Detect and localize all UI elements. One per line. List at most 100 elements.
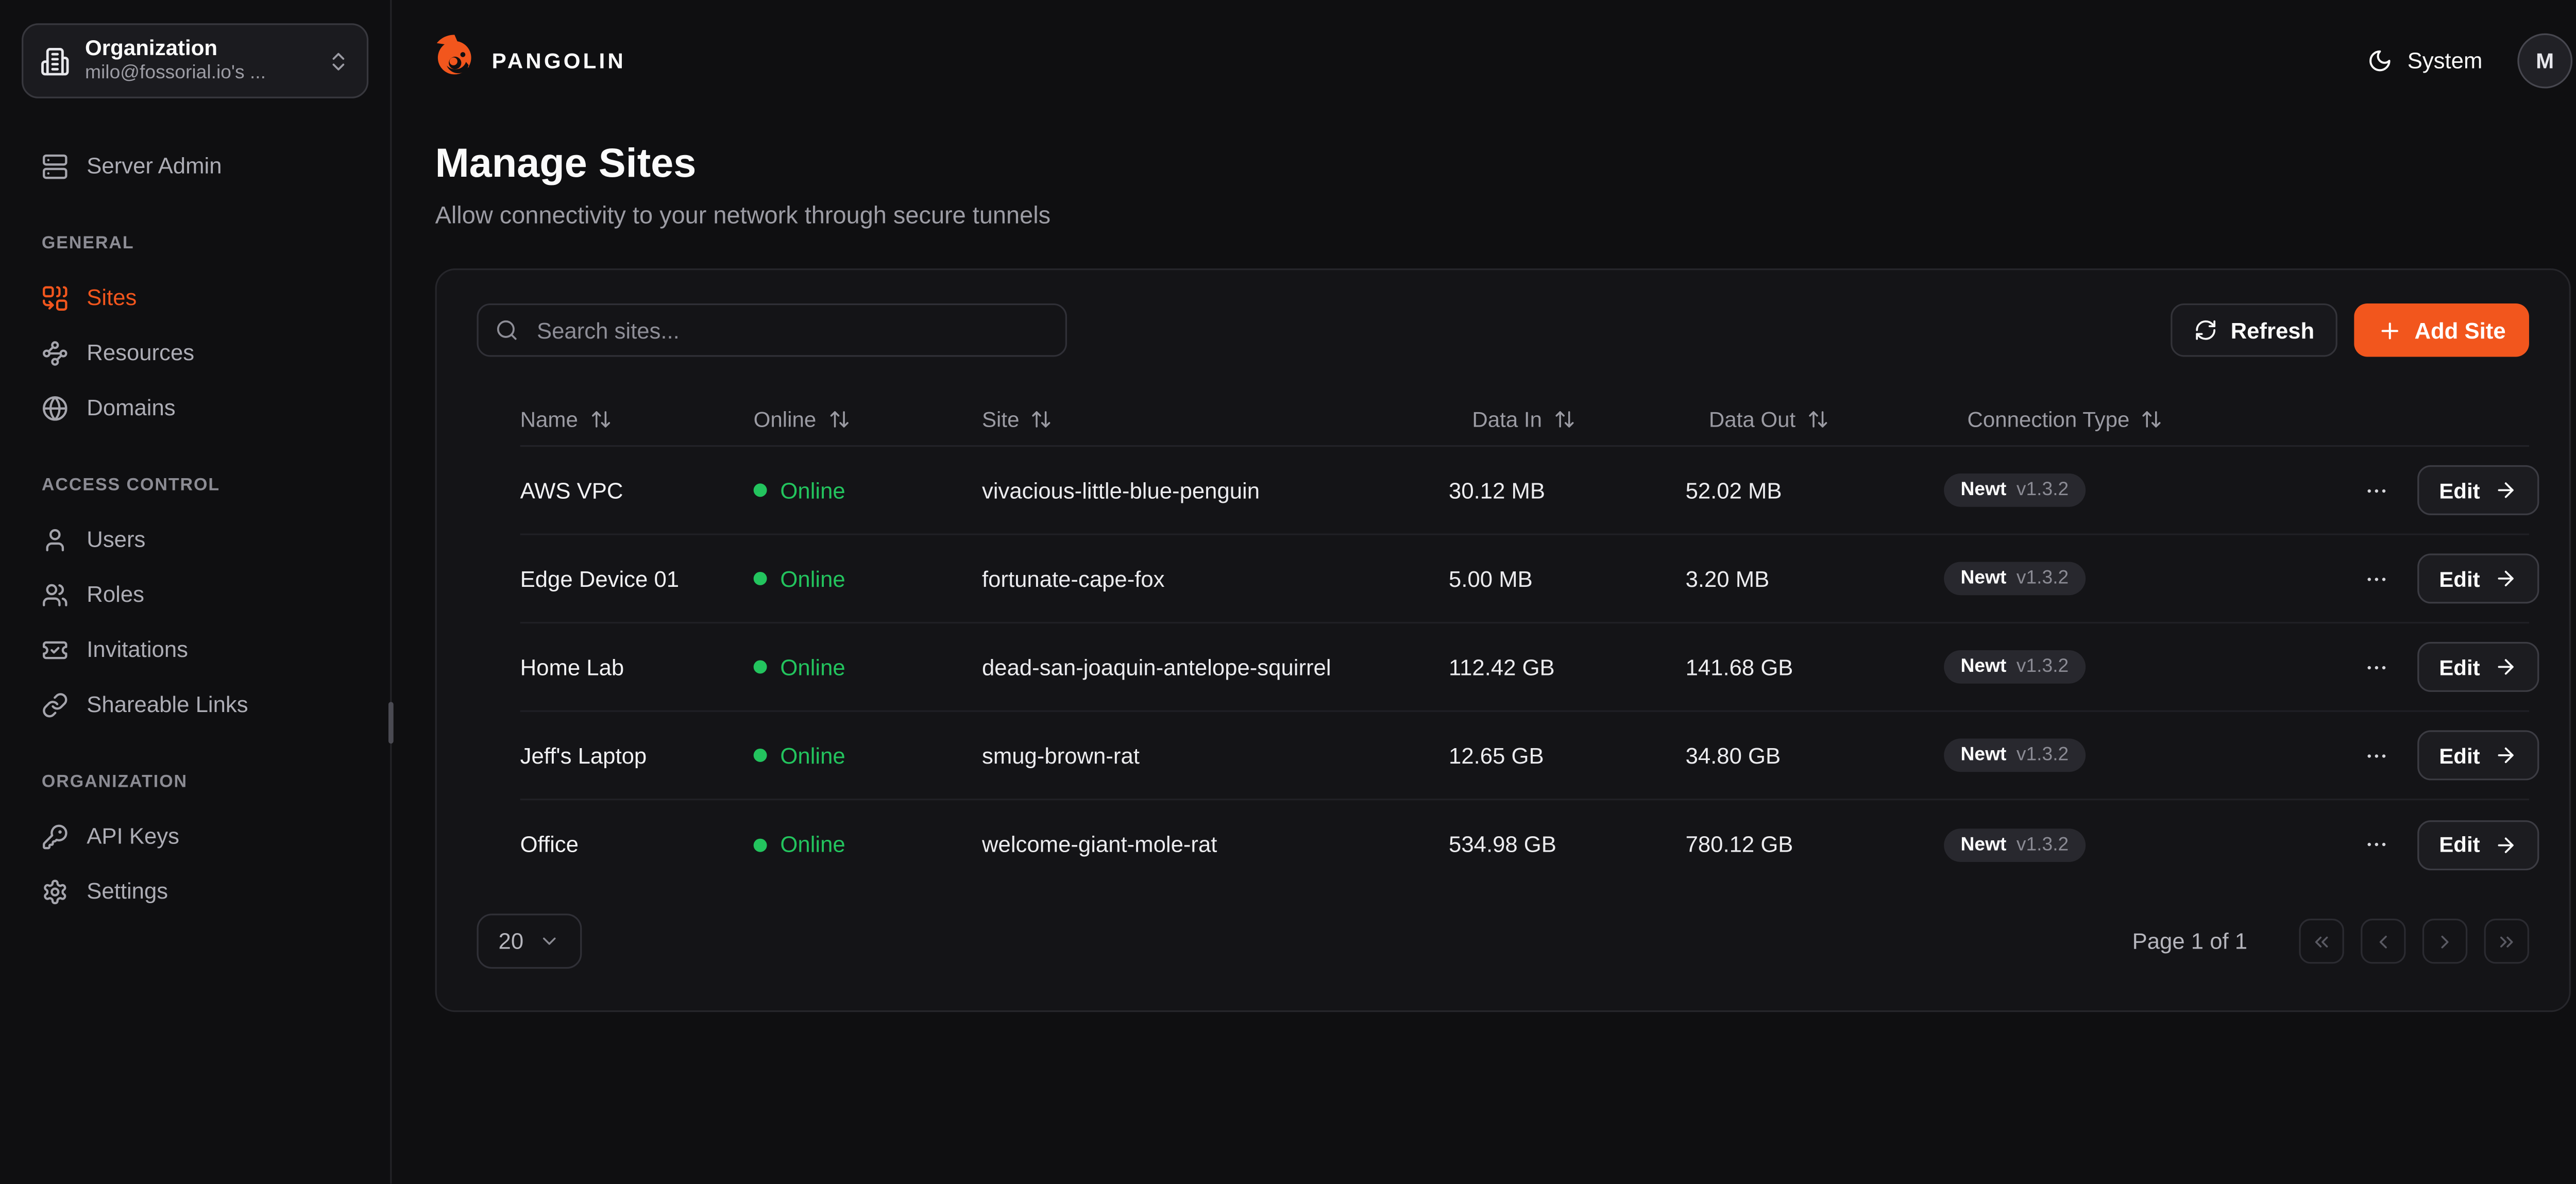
edit-button[interactable]: Edit bbox=[2417, 730, 2538, 780]
data-out-value: 34.80 GB bbox=[1686, 743, 1944, 768]
data-in-value: 30.12 MB bbox=[1449, 478, 1686, 503]
first-page-button[interactable] bbox=[2299, 919, 2344, 963]
connection-type-badge: Newt v1.3.2 bbox=[1944, 828, 2085, 861]
arrow-right-icon bbox=[2494, 479, 2517, 502]
sidebar-scrollbar-thumb[interactable] bbox=[387, 702, 393, 743]
sidebar-item-server-admin[interactable]: Server Admin bbox=[22, 139, 368, 194]
theme-toggle[interactable]: System bbox=[2367, 47, 2482, 73]
sidebar-item-label: API Keys bbox=[87, 824, 179, 849]
column-header-connection-type[interactable]: Connection Type bbox=[1944, 406, 2364, 431]
sidebar: Organization milo@fossorial.io's ... Ser… bbox=[0, 0, 392, 1184]
edit-button[interactable]: Edit bbox=[2417, 819, 2538, 869]
connection-type-cell: Newt v1.3.2 bbox=[1944, 828, 2364, 861]
site-id: fortunate-cape-fox bbox=[982, 566, 1449, 591]
sidebar-item-label: Shareable Links bbox=[87, 692, 248, 717]
table-row: AWS VPC Online vivacious-little-blue-pen… bbox=[520, 447, 2529, 535]
row-menu-button[interactable] bbox=[2364, 478, 2389, 503]
row-menu-button[interactable] bbox=[2364, 743, 2389, 768]
online-status: Online bbox=[754, 566, 982, 591]
row-menu-button[interactable] bbox=[2364, 566, 2389, 591]
sidebar-item-label: Resources bbox=[87, 340, 194, 365]
site-id: smug-brown-rat bbox=[982, 743, 1449, 768]
table-body: AWS VPC Online vivacious-little-blue-pen… bbox=[520, 447, 2529, 889]
connection-type-badge: Newt v1.3.2 bbox=[1944, 739, 2085, 772]
refresh-button[interactable]: Refresh bbox=[2171, 303, 2338, 357]
site-id: vivacious-little-blue-penguin bbox=[982, 478, 1449, 503]
theme-label: System bbox=[2408, 47, 2483, 73]
sidebar-section-general: GENERAL bbox=[42, 233, 348, 253]
page-title: Manage Sites bbox=[435, 142, 2571, 189]
sidebar-item-api-keys[interactable]: API Keys bbox=[22, 808, 368, 864]
column-header-name[interactable]: Name bbox=[520, 406, 754, 431]
next-page-button[interactable] bbox=[2422, 919, 2467, 963]
edit-button[interactable]: Edit bbox=[2417, 553, 2538, 603]
chevron-down-icon bbox=[538, 931, 560, 952]
arrow-right-icon bbox=[2494, 567, 2517, 590]
online-dot-icon bbox=[754, 660, 767, 673]
ticket-check-icon bbox=[42, 636, 69, 663]
avatar-initial: M bbox=[2536, 47, 2554, 73]
sidebar-item-label: Users bbox=[87, 527, 145, 552]
chevrons-up-down-icon bbox=[327, 49, 350, 72]
table-row: Office Online welcome-giant-mole-rat 534… bbox=[520, 800, 2529, 889]
sidebar-item-sites[interactable]: Sites bbox=[22, 270, 368, 325]
column-header-data-in[interactable]: Data In bbox=[1449, 406, 1686, 431]
column-header-site[interactable]: Site bbox=[982, 406, 1449, 431]
building-icon bbox=[40, 46, 70, 76]
connection-type-cell: Newt v1.3.2 bbox=[1944, 739, 2364, 772]
page-info: Page 1 of 1 bbox=[2132, 928, 2247, 954]
connection-type-badge: Newt v1.3.2 bbox=[1944, 650, 2085, 684]
plus-icon bbox=[2378, 317, 2403, 343]
edit-button[interactable]: Edit bbox=[2417, 642, 2538, 692]
online-dot-icon bbox=[754, 483, 767, 497]
last-page-button[interactable] bbox=[2484, 919, 2529, 963]
sidebar-item-invitations[interactable]: Invitations bbox=[22, 622, 368, 677]
data-in-value: 12.65 GB bbox=[1449, 743, 1686, 768]
brand-logo[interactable]: PANGOLIN bbox=[429, 31, 626, 89]
server-icon bbox=[42, 153, 69, 179]
sidebar-item-label: Roles bbox=[87, 582, 144, 607]
sidebar-item-domains[interactable]: Domains bbox=[22, 380, 368, 435]
pagination-bar: 20 Page 1 of 1 bbox=[477, 914, 2529, 969]
data-in-value: 534.98 GB bbox=[1449, 832, 1686, 857]
refresh-icon bbox=[2194, 318, 2217, 342]
search-icon bbox=[495, 318, 518, 342]
sidebar-item-settings[interactable]: Settings bbox=[22, 864, 368, 919]
app-window: Organization milo@fossorial.io's ... Ser… bbox=[0, 0, 2576, 1184]
column-header-online[interactable]: Online bbox=[754, 406, 982, 431]
organization-selector[interactable]: Organization milo@fossorial.io's ... bbox=[22, 23, 368, 98]
row-menu-button[interactable] bbox=[2364, 654, 2389, 680]
sidebar-item-label: Sites bbox=[87, 285, 137, 310]
previous-page-button[interactable] bbox=[2361, 919, 2405, 963]
gear-icon bbox=[42, 878, 69, 905]
arrow-right-icon bbox=[2494, 743, 2517, 767]
page-size-select[interactable]: 20 bbox=[477, 914, 582, 969]
content: Manage Sites Allow connectivity to your … bbox=[392, 120, 2576, 1012]
pangolin-logo-icon bbox=[429, 31, 479, 89]
org-title: Organization bbox=[85, 36, 312, 63]
avatar[interactable]: M bbox=[2517, 32, 2572, 88]
site-name: Office bbox=[520, 832, 754, 857]
data-out-value: 780.12 GB bbox=[1686, 832, 1944, 857]
site-name: Edge Device 01 bbox=[520, 566, 754, 591]
sidebar-item-users[interactable]: Users bbox=[22, 512, 368, 567]
sort-icon bbox=[590, 408, 612, 429]
sidebar-item-roles[interactable]: Roles bbox=[22, 567, 368, 622]
connection-type-badge: Newt v1.3.2 bbox=[1944, 473, 2085, 507]
sidebar-item-resources[interactable]: Resources bbox=[22, 325, 368, 380]
link-icon bbox=[42, 691, 69, 718]
sidebar-item-shareable-links[interactable]: Shareable Links bbox=[22, 677, 368, 732]
search-box[interactable] bbox=[477, 303, 1067, 357]
combine-icon bbox=[42, 284, 69, 311]
search-input[interactable] bbox=[534, 316, 1049, 344]
column-header-data-out[interactable]: Data Out bbox=[1686, 406, 1944, 431]
row-menu-button[interactable] bbox=[2364, 832, 2389, 857]
arrow-right-icon bbox=[2494, 655, 2517, 679]
connection-type-cell: Newt v1.3.2 bbox=[1944, 562, 2364, 596]
add-site-button[interactable]: Add Site bbox=[2354, 303, 2529, 357]
data-in-value: 112.42 GB bbox=[1449, 654, 1686, 680]
edit-button[interactable]: Edit bbox=[2417, 465, 2538, 515]
connection-type-badge: Newt v1.3.2 bbox=[1944, 562, 2085, 596]
data-in-value: 5.00 MB bbox=[1449, 566, 1686, 591]
site-name: AWS VPC bbox=[520, 478, 754, 503]
